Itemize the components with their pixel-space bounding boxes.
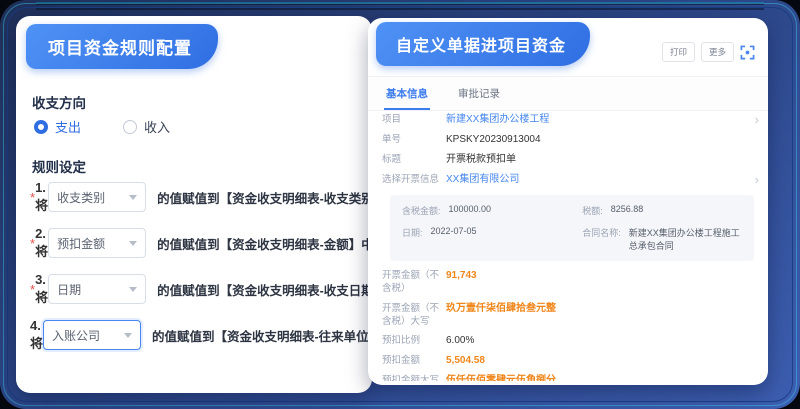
rule-row-4: 4. 将 入账公司 的值赋值到【资金收支明细表-往来单位】中 xyxy=(30,312,364,358)
more-button[interactable]: 更多 xyxy=(701,42,734,62)
chevron-right-icon[interactable]: › xyxy=(755,172,759,188)
rule-row-2: * 2. 将 预扣金额 的值赋值到【资金收支明细表-金额】中 xyxy=(30,220,364,266)
rule-suffix-text: 的值赋值到【资金收支明细表-金额】中 xyxy=(157,234,374,253)
contract-date: 日期: 2022-07-05 xyxy=(402,226,582,252)
rules-list: * 1. 将 收支类别 的值赋值到【资金收支明细表-收支类别】中 * 2. 将 … xyxy=(30,174,364,358)
withhold-amount-value: 5,504.58 xyxy=(446,354,485,368)
withhold-ratio-value: 6.00% xyxy=(446,334,474,348)
field-label: 合同名称: xyxy=(582,226,621,239)
chevron-down-icon xyxy=(129,287,137,292)
field-label: 开票金额（不含税） xyxy=(382,269,446,296)
radio-unselected-icon xyxy=(123,120,137,134)
tax-amount-value: 8256.88 xyxy=(611,204,644,214)
direction-section-label: 收支方向 xyxy=(32,92,86,112)
radio-selected-icon xyxy=(34,120,48,134)
radio-income[interactable]: 收入 xyxy=(123,117,170,136)
tax-incl-amount-value: 100000.00 xyxy=(449,204,492,214)
field-invoice-amount: 开票金额（不含税） 91,743 xyxy=(368,266,768,299)
contract-name: 合同名称: 新建XX集团办公楼工程施工总承包合同 xyxy=(582,226,742,252)
detail-fields: 项目 新建XX集团办公楼工程 › 单号 KPSKY20230913004 标题 … xyxy=(368,110,768,381)
chevron-down-icon xyxy=(129,195,137,200)
chevron-down-icon xyxy=(129,241,137,246)
field-label: 标题 xyxy=(382,153,446,166)
field-invoice-info: 选择开票信息 XX集团有限公司 › xyxy=(368,170,768,190)
field-invoice-amount-caps: 开票金额（不含税）大写 玖万壹仟柒佰肆拾叁元整 xyxy=(368,299,768,332)
tab-approval-record[interactable]: 审批记录 xyxy=(456,77,502,110)
detail-tabs: 基本信息 审批记录 xyxy=(368,76,768,111)
rule-number: 1. 将 xyxy=(35,180,48,214)
document-detail-panel: 自定义单据进项目资金 打印 更多 基本信息 审批记录 项目 新建XX集团办公楼工… xyxy=(368,18,768,385)
doc-title-value: 开票税款预扣单 xyxy=(446,153,516,167)
fullscreen-icon[interactable] xyxy=(740,44,756,60)
field-label: 预扣金额 xyxy=(382,354,446,367)
invoice-amount-value: 91,743 xyxy=(446,269,477,283)
document-toolbar: 打印 更多 xyxy=(662,42,756,62)
field-doc-no: 单号 KPSKY20230913004 xyxy=(368,130,768,150)
rule-suffix-text: 的值赋值到【资金收支明细表-往来单位】中 xyxy=(152,326,394,345)
invoice-amount-caps-value: 玖万壹仟柒佰肆拾叁元整 xyxy=(446,302,556,316)
document-panel-title: 自定义单据进项目资金 xyxy=(376,22,590,66)
radio-income-label: 收入 xyxy=(144,117,170,136)
rule-suffix-text: 的值赋值到【资金收支明细表-收支日期】中 xyxy=(157,280,399,299)
doc-no-value: KPSKY20230913004 xyxy=(446,133,541,147)
contract-tax-amount: 税额: 8256.88 xyxy=(582,204,742,217)
rule-number: 4. 将 xyxy=(30,318,43,352)
field-label: 税额: xyxy=(582,204,603,217)
decorative-top-lines xyxy=(36,2,764,12)
rule-field-select-4[interactable]: 入账公司 xyxy=(43,320,141,350)
project-link[interactable]: 新建XX集团办公楼工程 xyxy=(446,113,549,127)
rules-section-label: 规则设定 xyxy=(32,156,86,176)
rule-config-panel: 项目资金规则配置 收支方向 支出 收入 规则设定 * 1. 将 收支类别 的值赋… xyxy=(16,16,372,393)
contract-tax-incl-amount: 含税金额: 100000.00 xyxy=(402,204,582,217)
tab-basic-info[interactable]: 基本信息 xyxy=(384,77,430,110)
contract-date-value: 2022-07-05 xyxy=(431,226,477,236)
field-label: 预扣金额大写 xyxy=(382,374,446,381)
field-label: 单号 xyxy=(382,133,446,146)
rule-field-select-1[interactable]: 收支类别 xyxy=(48,182,146,212)
chevron-right-icon[interactable]: › xyxy=(755,112,759,128)
field-doc-title: 标题 开票税款预扣单 xyxy=(368,150,768,170)
field-label: 开票金额（不含税）大写 xyxy=(382,302,446,329)
field-label: 选择开票信息 xyxy=(382,173,446,186)
field-label: 日期: xyxy=(402,226,423,239)
rule-row-1: * 1. 将 收支类别 的值赋值到【资金收支明细表-收支类别】中 xyxy=(30,174,364,220)
rule-number: 3. 将 xyxy=(35,272,48,306)
rule-select-value: 入账公司 xyxy=(52,327,100,344)
direction-radio-group: 支出 收入 xyxy=(34,117,170,136)
field-withhold-ratio: 预扣比例 6.00% xyxy=(368,331,768,351)
rule-suffix-text: 的值赋值到【资金收支明细表-收支类别】中 xyxy=(157,188,399,207)
field-project: 项目 新建XX集团办公楼工程 › xyxy=(368,110,768,130)
withhold-amount-caps-value: 伍仟伍佰零肆元伍角捌分 xyxy=(446,374,556,381)
rule-config-title: 项目资金规则配置 xyxy=(26,24,218,69)
rule-select-value: 收支类别 xyxy=(57,189,105,206)
rule-number: 2. 将 xyxy=(35,226,48,260)
field-withhold-amount: 预扣金额 5,504.58 xyxy=(368,351,768,371)
field-label: 项目 xyxy=(382,113,446,126)
invoice-info-link[interactable]: XX集团有限公司 xyxy=(446,173,519,187)
contract-name-value: 新建XX集团办公楼工程施工总承包合同 xyxy=(629,226,742,252)
field-label: 预扣比例 xyxy=(382,334,446,347)
rule-select-value: 预扣金额 xyxy=(57,235,105,252)
field-withhold-amount-caps: 预扣金额大写 伍仟伍佰零肆元伍角捌分 xyxy=(368,371,768,381)
rule-field-select-3[interactable]: 日期 xyxy=(48,274,146,304)
field-label: 含税金额: xyxy=(402,204,441,217)
chevron-down-icon xyxy=(124,333,132,338)
contract-info-box: 含税金额: 100000.00 税额: 8256.88 日期: 2022-07-… xyxy=(390,195,754,261)
radio-expense[interactable]: 支出 xyxy=(34,117,81,136)
rule-field-select-2[interactable]: 预扣金额 xyxy=(48,228,146,258)
print-button[interactable]: 打印 xyxy=(662,42,695,62)
rule-select-value: 日期 xyxy=(57,281,81,298)
radio-expense-label: 支出 xyxy=(55,117,81,136)
rule-row-3: * 3. 将 日期 的值赋值到【资金收支明细表-收支日期】中 xyxy=(30,266,364,312)
